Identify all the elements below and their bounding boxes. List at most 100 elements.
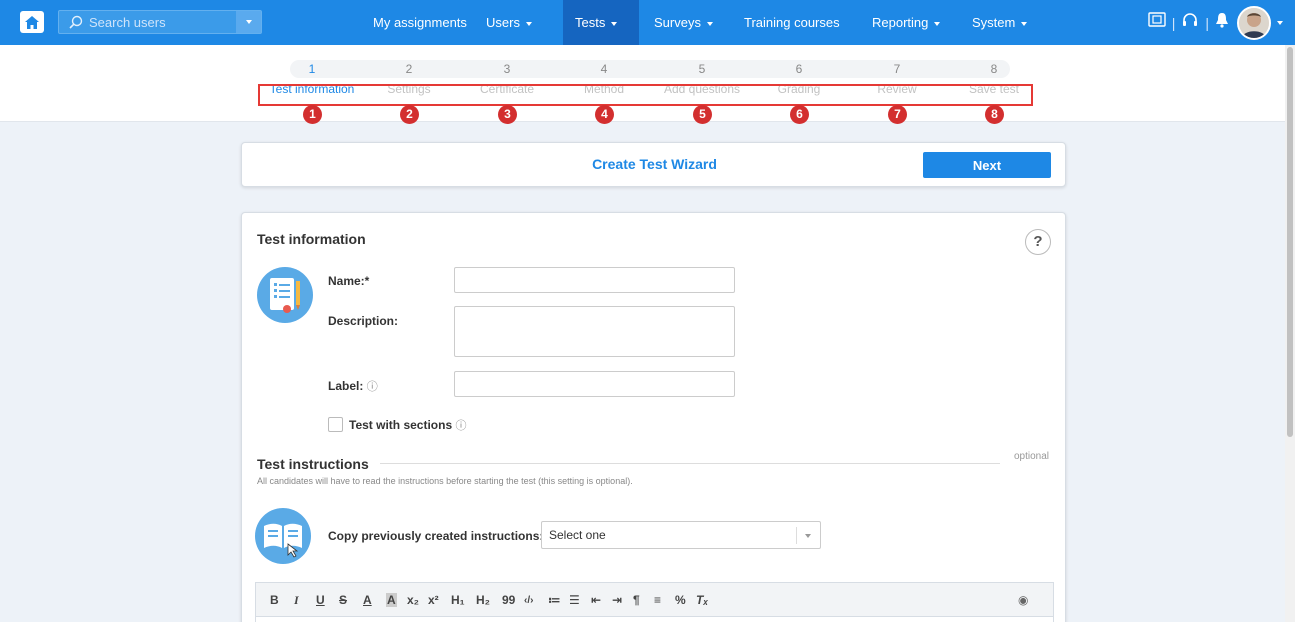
nav-label: Tests (575, 15, 606, 30)
step-number: 6 (795, 62, 803, 76)
clear-formatting-icon[interactable]: Tₓ (696, 593, 708, 607)
top-navbar: My assignments Users Tests Surveys Train… (0, 0, 1295, 45)
nav-label: Reporting (872, 15, 929, 30)
wizard-header-card: Create Test Wizard Next (241, 142, 1066, 187)
nav-label: Training courses (744, 15, 840, 30)
nav-label: Users (486, 15, 520, 30)
chevron-down-icon (525, 21, 532, 26)
chevron-down-icon[interactable] (1277, 20, 1283, 25)
optional-label: optional (1014, 451, 1050, 462)
step-number: 7 (893, 62, 901, 76)
subscript-icon[interactable]: x₂ (407, 593, 419, 607)
chevron-down-icon (934, 21, 941, 26)
step-number: 8 (990, 62, 998, 76)
test-with-sections-checkbox[interactable] (328, 417, 343, 432)
avatar[interactable] (1237, 5, 1271, 40)
step-badge: 7 (888, 105, 907, 124)
question-circle-icon[interactable]: ⓘ (455, 420, 466, 432)
help-manual-icon[interactable] (1148, 12, 1166, 33)
divider: | (1171, 14, 1176, 31)
wizard-steps: 1 Test information 2 Settings 3 Certific… (0, 45, 1285, 124)
strikethrough-icon[interactable]: S (339, 593, 347, 607)
copy-instructions-label: Copy previously created instructions: (328, 529, 544, 543)
search-users-box[interactable] (58, 10, 262, 34)
search-icon (69, 15, 83, 34)
heading-1-icon[interactable]: H₁ (451, 593, 465, 607)
name-field[interactable] (454, 267, 735, 293)
home-icon[interactable] (20, 11, 44, 33)
nav-my-assignments[interactable]: My assignments (361, 0, 479, 45)
superscript-icon[interactable]: x² (428, 593, 439, 607)
nav-label: My assignments (373, 15, 467, 30)
divider (380, 463, 1000, 464)
step-badge: 5 (693, 105, 712, 124)
select-divider (796, 527, 797, 544)
test-information-card: Test information ? Name:* Description: L… (241, 212, 1066, 622)
section-title: Test information (257, 231, 366, 247)
question-circle-icon[interactable]: ⓘ (367, 381, 378, 393)
test-instructions-title: Test instructions (257, 456, 369, 472)
nav-system[interactable]: System (960, 0, 1039, 45)
steps-highlight-box (258, 84, 1033, 106)
nav-surveys[interactable]: Surveys (642, 0, 725, 45)
step-badge: 1 (303, 105, 322, 124)
step-badge: 3 (498, 105, 517, 124)
step-badge: 2 (400, 105, 419, 124)
indent-icon[interactable]: ⇥ (612, 593, 622, 607)
chevron-down-icon (706, 21, 713, 26)
align-icon[interactable]: ≡ (654, 593, 661, 607)
code-icon[interactable]: ‹/› (524, 595, 533, 606)
unordered-list-icon[interactable]: ☰ (569, 593, 580, 607)
nav-tests[interactable]: Tests (563, 0, 639, 45)
chevron-down-icon (1021, 21, 1028, 26)
description-label: Description: (328, 314, 399, 328)
scrollbar-thumb[interactable] (1287, 47, 1293, 437)
divider: | (1205, 14, 1209, 31)
description-field[interactable] (454, 306, 735, 357)
test-with-sections-label: Test with sections ⓘ (349, 417, 466, 433)
step-badge: 4 (595, 105, 614, 124)
instructions-hint: All candidates will have to read the ins… (257, 476, 633, 486)
bold-icon[interactable]: B (270, 593, 279, 607)
outdent-icon[interactable]: ⇤ (591, 593, 601, 607)
text-direction-icon[interactable]: ¶ (633, 593, 640, 607)
help-icon[interactable]: ? (1025, 229, 1051, 255)
search-users-input[interactable] (89, 13, 239, 31)
font-color-icon[interactable]: A (363, 593, 372, 607)
open-book-illustration-icon (255, 508, 311, 564)
step-number: 4 (600, 62, 608, 76)
bell-icon[interactable] (1215, 12, 1229, 33)
search-dropdown-button[interactable] (236, 11, 261, 33)
nav-users[interactable]: Users (474, 0, 544, 45)
editor-toolbar: B I U S A A x₂ x² H₁ H₂ 99 ‹/› ≔ ☰ ⇤ ⇥ ¶… (255, 582, 1054, 617)
step-number: 3 (503, 62, 511, 76)
italic-icon[interactable]: I (294, 593, 299, 608)
step-number: 1 (308, 62, 316, 76)
preview-eye-icon[interactable]: ◉ (1018, 593, 1028, 607)
nav-training-courses[interactable]: Training courses (732, 0, 852, 45)
select-value: Select one (549, 528, 606, 542)
link-icon[interactable]: % (675, 593, 686, 607)
nav-reporting[interactable]: Reporting (860, 0, 952, 45)
nav-label: Surveys (654, 15, 701, 30)
headset-icon[interactable] (1181, 12, 1199, 33)
chevron-down-icon (611, 21, 618, 26)
user-tools: | | (1148, 0, 1283, 45)
step-number: 2 (405, 62, 413, 76)
instructions-editor[interactable] (255, 617, 1054, 622)
blockquote-icon[interactable]: 99 (502, 593, 515, 607)
label-label: Label: ⓘ (328, 378, 378, 394)
label-field[interactable] (454, 371, 735, 397)
ordered-list-icon[interactable]: ≔ (548, 593, 561, 607)
heading-2-icon[interactable]: H₂ (476, 593, 490, 607)
next-button[interactable]: Next (923, 152, 1051, 178)
step-number: 5 (698, 62, 706, 76)
test-document-illustration-icon (257, 267, 313, 323)
copy-instructions-select[interactable]: Select one (541, 521, 821, 549)
chevron-down-icon (245, 20, 252, 24)
background-color-icon[interactable]: A (386, 593, 397, 607)
page-scrollbar[interactable] (1285, 45, 1295, 622)
sections-text: Test with sections (349, 418, 453, 432)
chevron-down-icon (805, 534, 811, 538)
underline-icon[interactable]: U (316, 593, 325, 607)
